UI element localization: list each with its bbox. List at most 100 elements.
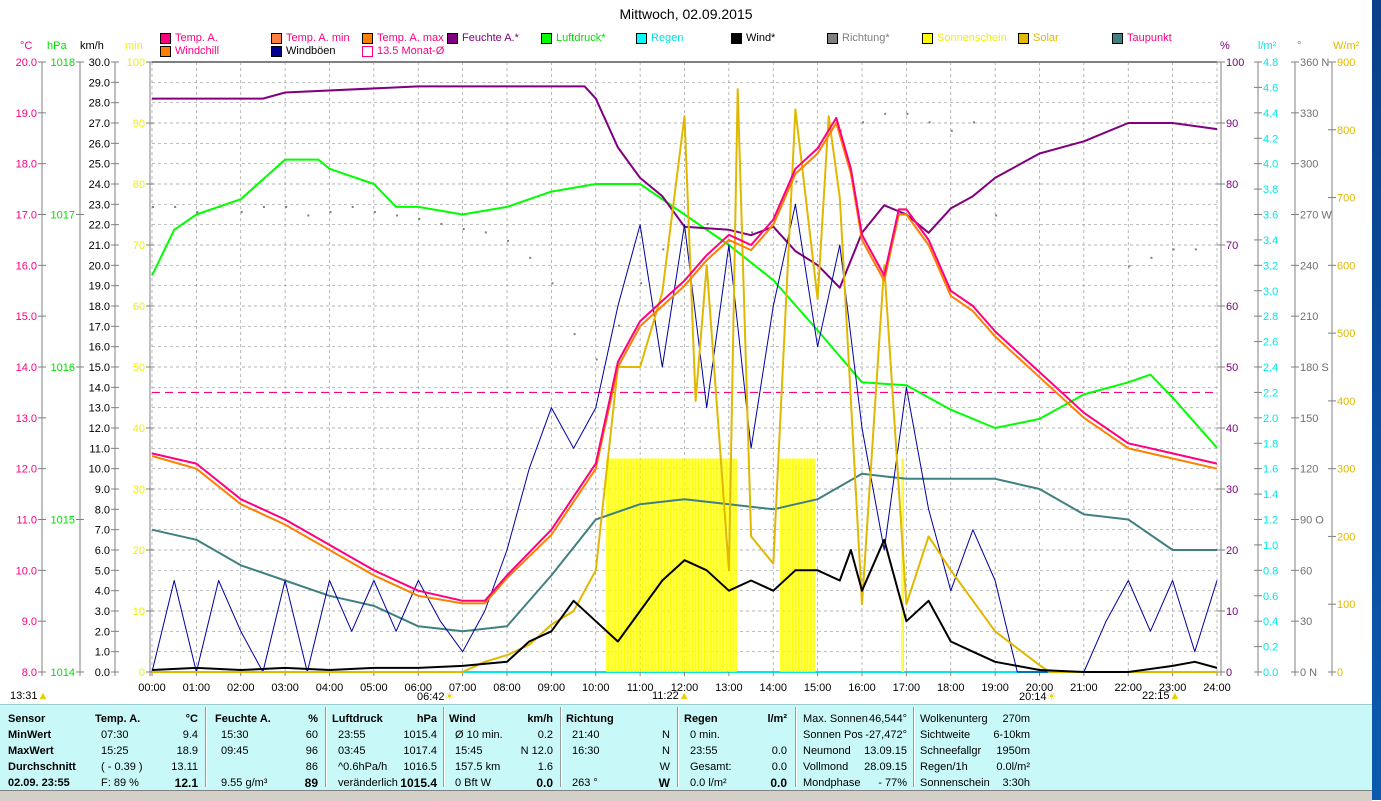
wind-tick-label: 1.0 <box>95 647 110 659</box>
direction-point <box>462 228 465 231</box>
legend-label: Windböen <box>286 45 336 57</box>
table-cell-left: 15:30 <box>221 729 249 741</box>
direction-point <box>307 214 310 217</box>
direction-point <box>418 217 421 220</box>
solar-tick-label: 200 <box>1337 531 1355 543</box>
sensor-column: Sensor MinWert MaxWert Durchschnitt 02.09. 2… <box>8 711 88 789</box>
table-cell-right: 0.0 <box>536 776 553 790</box>
table-cell-right: 18.9 <box>176 745 198 757</box>
table-cell-left: Neumond <box>803 745 851 757</box>
table-row: 03:45 1017.4 <box>332 743 437 759</box>
x-tick-label: 10:00 <box>582 682 610 694</box>
direction-point <box>906 112 909 115</box>
sensor-row-label: Durchschnitt <box>8 761 76 773</box>
direction-point <box>640 282 643 285</box>
table-row: W <box>566 759 670 775</box>
direction-tick-label: 90 O <box>1300 515 1324 527</box>
table-row: 09:45 96 <box>215 743 318 759</box>
table-row: 15:25 18.9 <box>95 743 198 759</box>
direction-point <box>1150 256 1153 259</box>
sensor-header: Sensor <box>8 713 46 725</box>
direction-tick-label: 0 N <box>1300 667 1317 679</box>
table-cell-right: 13.11 <box>171 761 198 773</box>
temp-tick-label: 9.0 <box>22 616 37 628</box>
solar-tick-label: 300 <box>1337 464 1355 476</box>
wind-tick-label: 26.0 <box>89 138 110 150</box>
table-cell-left: Gesamt: <box>690 761 732 773</box>
moon-icon: ▲ <box>37 690 49 702</box>
humidity-tick-label: 90 <box>1226 118 1238 130</box>
direction-point <box>529 256 532 259</box>
direction-point <box>174 206 177 209</box>
legend-item: Windböen <box>271 45 336 57</box>
table-cell-right: 12.1 <box>174 776 198 790</box>
humidity-tick-label: 40 <box>1226 423 1238 435</box>
legend-swatch <box>827 32 838 44</box>
table-row: 23:55 1015.4 <box>332 727 437 743</box>
minutes-tick-label: 70 <box>133 240 145 252</box>
column-divider <box>677 707 679 787</box>
x-tick-label: 11:00 <box>627 682 654 694</box>
pressure-tick-label: 1017 <box>51 210 75 222</box>
wind-tick-label: 15.0 <box>89 362 110 374</box>
temp-tick-label: 14.0 <box>16 362 37 374</box>
section-title: Regen <box>684 713 718 725</box>
minutes-tick-label: 80 <box>133 179 145 191</box>
table-cell-right: 89 <box>304 776 318 790</box>
legend-swatch <box>922 32 933 44</box>
table-cell-left: Mondphase <box>803 777 861 789</box>
legend-swatch <box>636 32 647 44</box>
temp-tick-label: 19.0 <box>16 108 37 120</box>
direction-tick-label: 210 <box>1300 311 1318 323</box>
legend-label: Luftdruck* <box>556 32 606 44</box>
table-row: veränderlich 1015.4 <box>332 775 437 791</box>
direction-point <box>972 121 975 124</box>
table-section: Temp. A. °C 07:30 9.4 15:25 18.9 ( - 0.39 ) 13.… <box>95 711 198 790</box>
section-header: Regen l/m² <box>684 711 787 727</box>
humidity-tick-label: 0 <box>1226 667 1232 679</box>
humidity-unit-label: % <box>1220 40 1230 52</box>
table-row: 16:30 N <box>566 743 670 759</box>
solar-tick-label: 0 <box>1337 667 1343 679</box>
table-row: 07:30 9.4 <box>95 727 198 743</box>
legend-swatch <box>271 45 282 57</box>
minutes-tick-label: 30 <box>133 484 145 496</box>
rain-tick-label: 4.2 <box>1263 133 1278 145</box>
legend-label: Regen <box>651 32 684 44</box>
direction-point <box>484 231 487 234</box>
rain-tick-label: 1.0 <box>1263 540 1278 552</box>
legend-label: Sonnenschein <box>937 32 1007 44</box>
table-cell-left: F: 89 % <box>101 777 139 789</box>
section-title: Richtung <box>566 713 614 725</box>
legend-swatch <box>160 32 171 44</box>
legend-item: Luftdruck* <box>541 32 606 44</box>
section-title: Luftdruck <box>332 713 383 725</box>
x-tick-label: 05:00 <box>360 682 388 694</box>
wind-tick-label: 25.0 <box>89 159 110 171</box>
table-cell-left: 09:45 <box>221 745 249 757</box>
rain-tick-label: 3.0 <box>1263 286 1278 298</box>
legend-item: Windchill <box>160 45 219 57</box>
direction-point <box>507 239 509 242</box>
table-cell-right: 0.2 <box>537 729 553 741</box>
rain-tick-label: 3.8 <box>1263 184 1278 196</box>
sunrise-icon: ☀ <box>444 691 455 703</box>
table-cell-left: ^0.6hPa/h <box>338 761 388 773</box>
minutes-tick-label: 0 <box>139 667 145 679</box>
chart-title: Mittwoch, 02.09.2015 <box>619 6 753 22</box>
wind-tick-label: 0.0 <box>95 667 110 679</box>
direction-point <box>617 324 620 327</box>
section-title: Temp. A. <box>95 713 141 725</box>
direction-point <box>285 206 288 209</box>
minutes-tick-label: 40 <box>133 423 145 435</box>
direction-point <box>662 248 665 251</box>
rain-tick-label: 4.0 <box>1263 159 1278 171</box>
sensor-row-label: MaxWert <box>8 745 54 757</box>
event-marker: 11:22▲ <box>652 690 690 702</box>
direction-tick-label: 360 N <box>1300 57 1329 69</box>
x-tick-label: 17:00 <box>893 682 921 694</box>
table-cell-left: Max. Sonnen <box>803 713 868 725</box>
pressure-tick-label: 1018 <box>51 57 75 69</box>
rain-tick-label: 4.6 <box>1263 82 1278 94</box>
event-time: 20:14 <box>1019 691 1047 703</box>
